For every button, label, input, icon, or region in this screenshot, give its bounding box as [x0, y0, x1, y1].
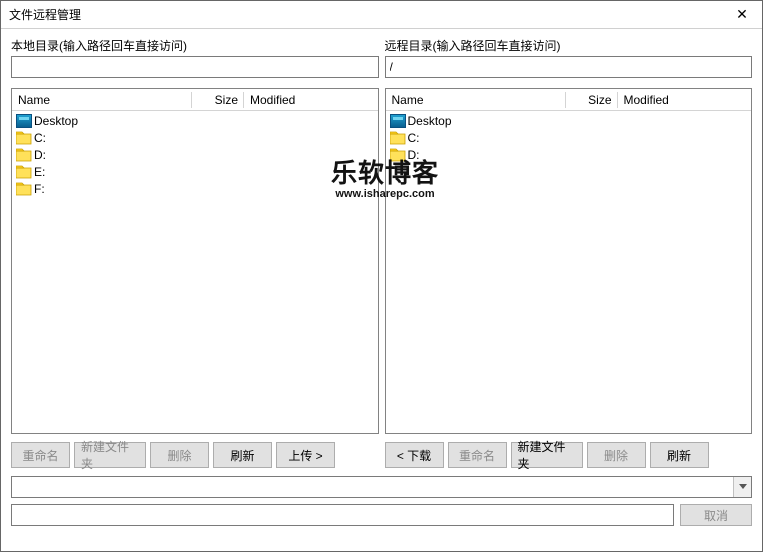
remote-list-body: Desktop C: D:: [386, 111, 752, 164]
local-rename-button[interactable]: 重命名: [11, 442, 70, 468]
dual-pane: 本地目录(输入路径回车直接访问) Name Size Modified Desk…: [11, 37, 752, 468]
local-delete-button[interactable]: 删除: [150, 442, 209, 468]
list-item[interactable]: C:: [12, 129, 378, 146]
local-path-input[interactable]: [11, 56, 379, 78]
item-name: D:: [408, 148, 420, 162]
folder-icon: [16, 148, 32, 162]
list-item[interactable]: Desktop: [386, 112, 752, 129]
item-name: C:: [34, 131, 46, 145]
remote-rename-button[interactable]: 重命名: [448, 442, 507, 468]
remote-file-list[interactable]: Name Size Modified Desktop C: D:: [385, 88, 753, 434]
file-remote-manager-window: 文件远程管理 ✕ 本地目录(输入路径回车直接访问) Name Size Modi…: [0, 0, 763, 552]
remote-col-size[interactable]: Size: [566, 90, 618, 110]
content: 本地目录(输入路径回车直接访问) Name Size Modified Desk…: [1, 29, 762, 534]
list-item[interactable]: F:: [12, 180, 378, 197]
local-list-header: Name Size Modified: [12, 89, 378, 111]
item-name: D:: [34, 148, 46, 162]
local-col-modified[interactable]: Modified: [244, 90, 378, 110]
list-item[interactable]: Desktop: [12, 112, 378, 129]
folder-icon: [390, 131, 406, 145]
list-item[interactable]: C:: [386, 129, 752, 146]
titlebar: 文件远程管理 ✕: [1, 1, 762, 29]
upload-button[interactable]: 上传 >: [276, 442, 335, 468]
remote-pane: 远程目录(输入路径回车直接访问) Name Size Modified Desk…: [385, 37, 753, 468]
item-name: E:: [34, 165, 45, 179]
local-refresh-button[interactable]: 刷新: [213, 442, 272, 468]
cancel-button[interactable]: 取消: [680, 504, 752, 526]
folder-icon: [16, 182, 32, 196]
list-item[interactable]: D:: [12, 146, 378, 163]
remote-col-name[interactable]: Name: [386, 90, 566, 110]
remote-col-modified[interactable]: Modified: [618, 90, 752, 110]
item-name: F:: [34, 182, 45, 196]
local-label: 本地目录(输入路径回车直接访问): [11, 37, 379, 54]
item-name: C:: [408, 131, 420, 145]
local-col-name[interactable]: Name: [12, 90, 192, 110]
remote-path-input[interactable]: [385, 56, 753, 78]
chevron-down-icon[interactable]: [733, 477, 751, 497]
local-list-body: Desktop C: D: E: F:: [12, 111, 378, 198]
remote-button-row: < 下载 重命名 新建文件夹 删除 刷新: [385, 442, 753, 468]
close-button[interactable]: ✕: [730, 3, 754, 27]
local-newfolder-button[interactable]: 新建文件夹: [74, 442, 146, 468]
transfer-combo[interactable]: [11, 476, 752, 498]
local-file-list[interactable]: Name Size Modified Desktop C: D: E: F:: [11, 88, 379, 434]
folder-icon: [16, 165, 32, 179]
download-button[interactable]: < 下载: [385, 442, 444, 468]
local-col-size[interactable]: Size: [192, 90, 244, 110]
remote-label: 远程目录(输入路径回车直接访问): [385, 37, 753, 54]
folder-icon: [390, 148, 406, 162]
remote-newfolder-button[interactable]: 新建文件夹: [511, 442, 583, 468]
item-name: Desktop: [408, 114, 452, 128]
status-field: [11, 504, 674, 526]
local-button-row: 重命名 新建文件夹 删除 刷新 上传 >: [11, 442, 379, 468]
window-title: 文件远程管理: [9, 6, 730, 23]
list-item[interactable]: E:: [12, 163, 378, 180]
desktop-icon: [390, 114, 406, 128]
bottom-row: 取消: [11, 504, 752, 526]
item-name: Desktop: [34, 114, 78, 128]
remote-delete-button[interactable]: 删除: [587, 442, 646, 468]
remote-refresh-button[interactable]: 刷新: [650, 442, 709, 468]
desktop-icon: [16, 114, 32, 128]
local-pane: 本地目录(输入路径回车直接访问) Name Size Modified Desk…: [11, 37, 379, 468]
remote-list-header: Name Size Modified: [386, 89, 752, 111]
folder-icon: [16, 131, 32, 145]
list-item[interactable]: D:: [386, 146, 752, 163]
